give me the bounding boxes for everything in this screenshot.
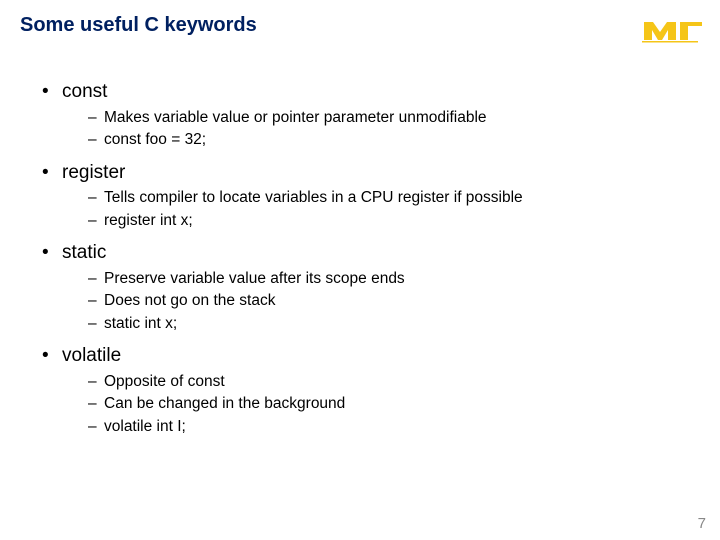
sub-item: const foo = 32; — [88, 129, 700, 151]
sub-item: Tells compiler to locate variables in a … — [88, 187, 700, 209]
list-item: static Preserve variable value after its… — [42, 240, 700, 335]
keyword-label: register — [62, 162, 125, 183]
sub-list: Opposite of const Can be changed in the … — [62, 371, 700, 438]
page-title: Some useful C keywords — [20, 14, 700, 37]
sub-item: static int x; — [88, 313, 700, 335]
page-number: 7 — [698, 515, 706, 532]
sub-item: volatile int I; — [88, 416, 700, 438]
sub-item: Can be changed in the background — [88, 393, 700, 415]
sub-list: Makes variable value or pointer paramete… — [62, 107, 700, 152]
slide: Some useful C keywords const Makes varia… — [0, 0, 720, 540]
sub-item: Opposite of const — [88, 371, 700, 393]
michigan-logo-icon — [640, 10, 702, 44]
keyword-label: volatile — [62, 345, 121, 366]
sub-list: Preserve variable value after its scope … — [62, 268, 700, 335]
sub-item: Does not go on the stack — [88, 290, 700, 312]
sub-item: register int x; — [88, 210, 700, 232]
list-item: volatile Opposite of const Can be change… — [42, 343, 700, 438]
bullet-list: const Makes variable value or pointer pa… — [20, 79, 700, 438]
keyword-label: static — [62, 242, 106, 263]
sub-list: Tells compiler to locate variables in a … — [62, 187, 700, 232]
sub-item: Makes variable value or pointer paramete… — [88, 107, 700, 129]
keyword-label: const — [62, 81, 107, 102]
sub-item: Preserve variable value after its scope … — [88, 268, 700, 290]
list-item: const Makes variable value or pointer pa… — [42, 79, 700, 152]
list-item: register Tells compiler to locate variab… — [42, 160, 700, 233]
